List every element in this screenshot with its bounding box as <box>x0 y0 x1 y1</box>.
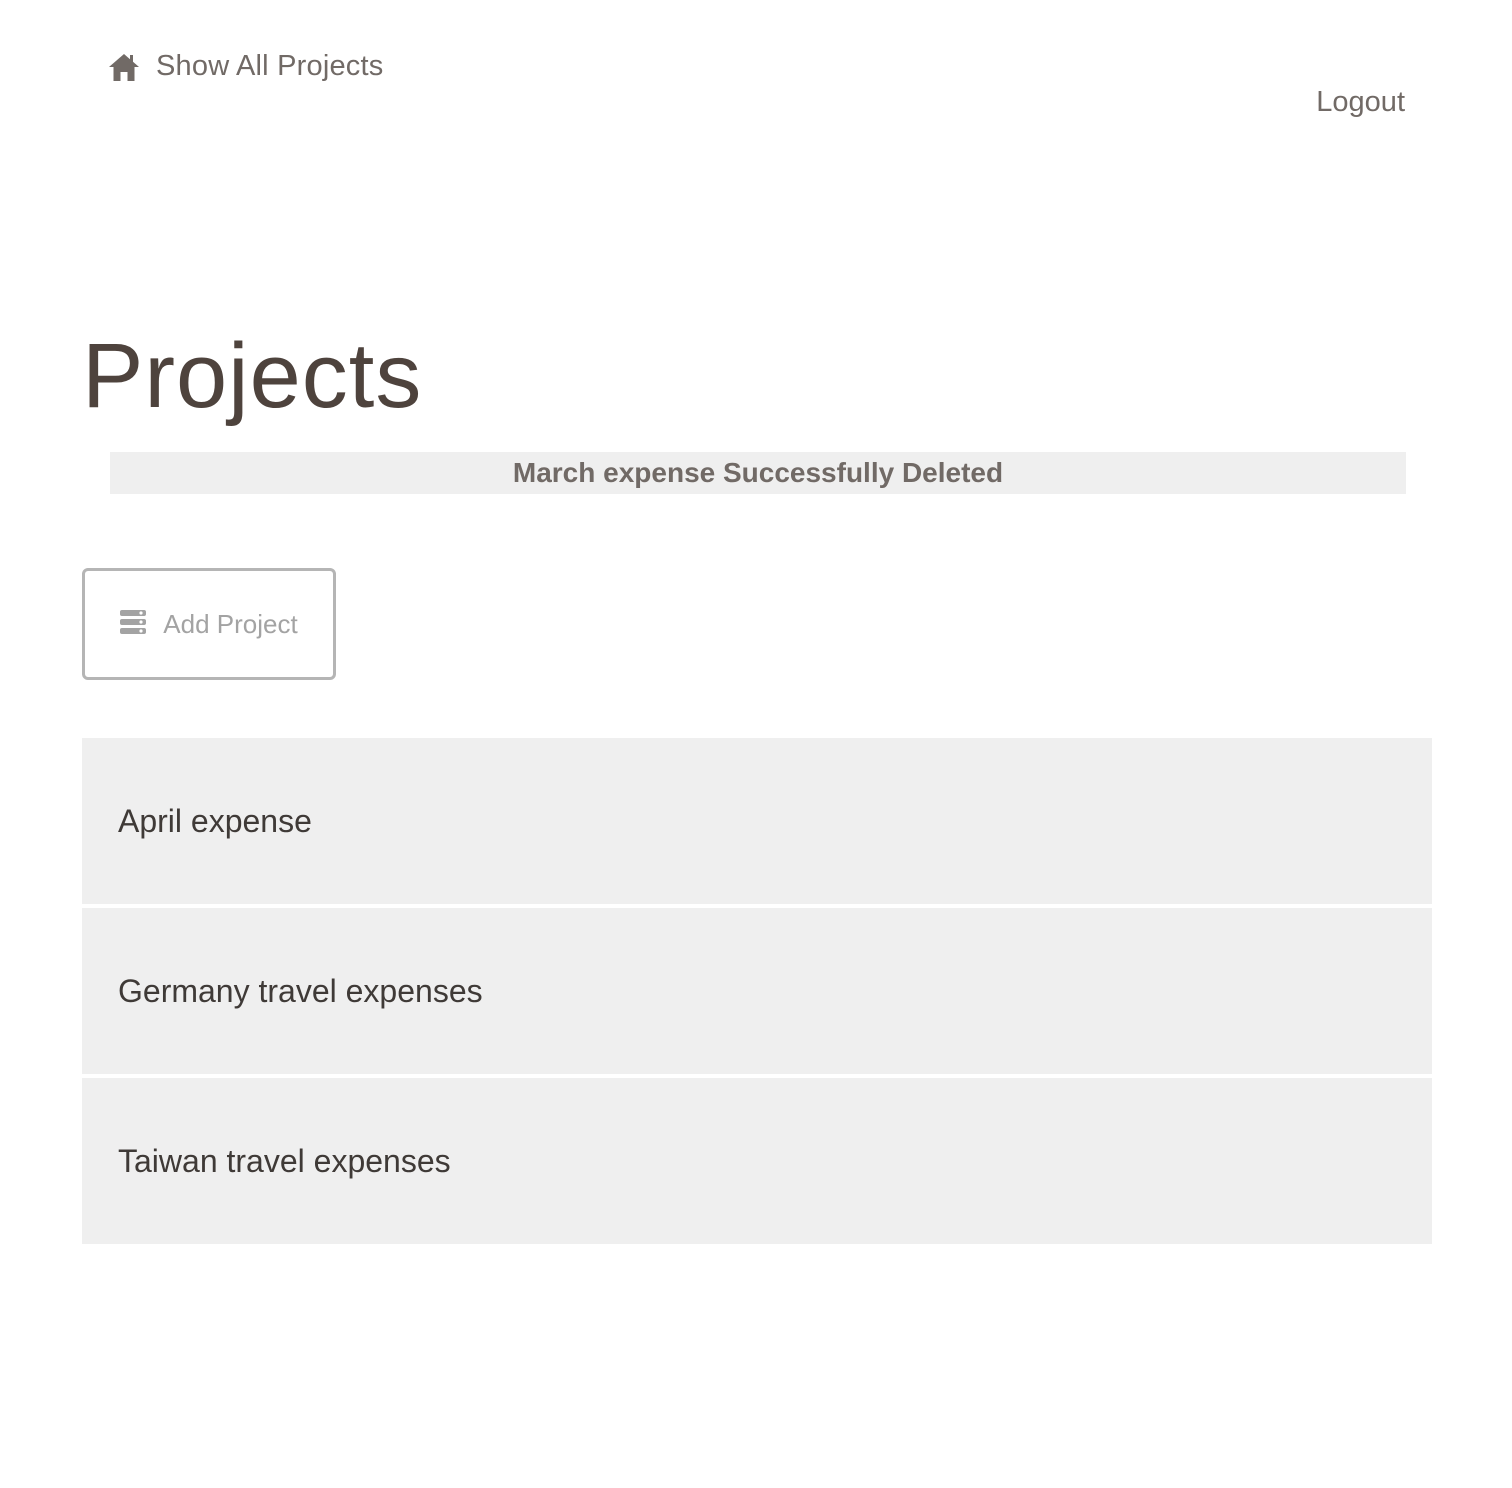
home-icon <box>108 51 140 83</box>
page-title: Projects <box>82 325 423 427</box>
project-name: April expense <box>118 802 312 839</box>
show-all-projects-link[interactable]: Show All Projects <box>108 50 383 83</box>
project-row-germany-travel-expenses[interactable]: Germany travel expenses <box>82 908 1432 1074</box>
project-row-taiwan-travel-expenses[interactable]: Taiwan travel expenses <box>82 1078 1432 1244</box>
add-project-button[interactable]: Add Project <box>82 568 336 680</box>
list-stack-icon <box>120 609 147 639</box>
project-row-april-expense[interactable]: April expense <box>82 738 1432 904</box>
project-name: Germany travel expenses <box>118 972 483 1009</box>
add-project-label: Add Project <box>163 608 298 639</box>
show-all-projects-label: Show All Projects <box>156 50 384 82</box>
logout-link[interactable]: Logout <box>1316 86 1405 119</box>
flash-message: March expense Successfully Deleted <box>110 452 1406 494</box>
project-name: Taiwan travel expenses <box>118 1142 451 1179</box>
project-list: April expense Germany travel expenses Ta… <box>82 738 1432 1244</box>
